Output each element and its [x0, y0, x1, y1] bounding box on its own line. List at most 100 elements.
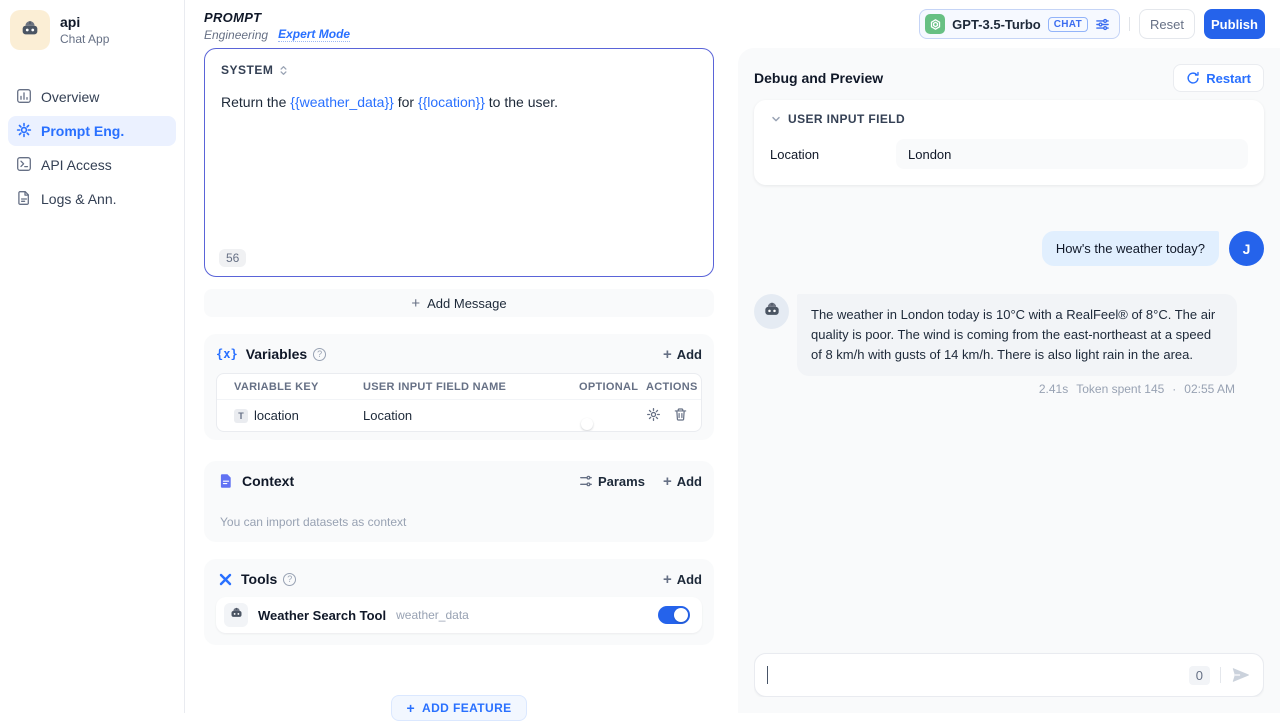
tool-toggle[interactable] [658, 606, 690, 624]
text-caret [767, 666, 768, 684]
location-field[interactable] [896, 139, 1248, 169]
sidebar-item-label: Overview [41, 89, 99, 105]
variable-key: location [254, 408, 299, 423]
openai-logo-icon [925, 14, 945, 34]
system-prompt-editor[interactable]: SYSTEM Return the {{weather_data}} for {… [204, 48, 714, 277]
help-icon[interactable]: ? [283, 573, 296, 586]
context-section: Context Params +Add You can import datas… [204, 461, 714, 542]
add-tool-button[interactable]: +Add [663, 572, 702, 587]
tool-name: Weather Search Tool [258, 608, 386, 623]
plus-icon: + [663, 347, 672, 362]
chat-message-input[interactable] [778, 668, 1179, 683]
meta-separator: · [1172, 382, 1176, 396]
col-actions: ACTIONS [646, 381, 698, 393]
char-count-badge: 56 [219, 249, 246, 267]
variables-section: {x} Variables ? +Add VARIABLE KEY USER I… [204, 334, 714, 440]
plus-icon: + [411, 296, 420, 311]
tool-avatar [224, 603, 248, 627]
sidebar-item-api-access[interactable]: API Access [8, 150, 176, 180]
latency: 2.41s [1039, 382, 1068, 396]
plus-icon: + [663, 572, 672, 587]
field-label: Location [770, 147, 896, 162]
bar-chart-icon [16, 88, 32, 107]
terminal-icon [16, 156, 32, 175]
restart-button[interactable]: Restart [1173, 64, 1264, 92]
gear-icon [16, 122, 32, 141]
robot-icon [762, 299, 782, 324]
robot-icon [19, 17, 41, 44]
col-field-name: USER INPUT FIELD NAME [363, 381, 579, 393]
timestamp: 02:55 AM [1184, 382, 1235, 396]
tools-title: Tools [241, 571, 277, 587]
app-header: api Chat App [0, 0, 184, 60]
variable-row: T location Location [217, 400, 701, 431]
sidebar-item-prompt-eng[interactable]: Prompt Eng. [8, 116, 176, 146]
sliders-icon [1095, 17, 1110, 32]
variables-table: VARIABLE KEY USER INPUT FIELD NAME OPTIO… [216, 373, 702, 432]
add-message-button[interactable]: + Add Message [204, 289, 714, 317]
assistant-avatar [754, 294, 789, 329]
sidebar-item-label: Logs & Ann. [41, 191, 117, 207]
col-optional: OPTIONAL [579, 381, 646, 393]
variables-table-header: VARIABLE KEY USER INPUT FIELD NAME OPTIO… [217, 374, 701, 400]
app-avatar [10, 10, 50, 50]
char-counter: 0 [1189, 666, 1210, 685]
model-type-badge: CHAT [1048, 17, 1088, 32]
prompt-config-column: SYSTEM Return the {{weather_data}} for {… [204, 48, 714, 721]
expert-mode-link[interactable]: Expert Mode [278, 27, 350, 42]
debug-panel: Debug and Preview Restart USER INPUT FIE… [738, 48, 1280, 713]
sidebar-item-label: API Access [41, 157, 112, 173]
robot-icon [229, 605, 244, 625]
header-divider [1129, 17, 1130, 31]
user-message-bubble: How's the weather today? [1042, 231, 1219, 266]
plus-icon: + [663, 474, 672, 489]
model-name: GPT-3.5-Turbo [952, 17, 1041, 32]
chat-area: How's the weather today? J The weather i… [754, 185, 1264, 697]
sidebar-item-logs[interactable]: Logs & Ann. [8, 184, 176, 214]
publish-button[interactable]: Publish [1204, 9, 1265, 39]
page-title: PROMPT Engineering Expert Mode [204, 10, 350, 42]
chevron-down-icon[interactable] [770, 113, 782, 125]
add-feature-button[interactable]: + ADD FEATURE [391, 695, 526, 721]
context-empty-text: You can import datasets as context [216, 515, 702, 529]
user-input-field-label: USER INPUT FIELD [788, 112, 905, 126]
sidebar: api Chat App Overview Prompt Eng. API Ac… [0, 0, 185, 713]
sidebar-item-overview[interactable]: Overview [8, 82, 176, 112]
params-button[interactable]: Params [579, 474, 645, 489]
prompt-variable-token: {{weather_data}} [290, 94, 394, 110]
prompt-text-part: for [394, 94, 418, 110]
help-icon[interactable]: ? [313, 348, 326, 361]
app-type: Chat App [60, 32, 109, 46]
variable-field-name[interactable]: Location [363, 408, 579, 423]
prompt-text-part: to the user. [485, 94, 558, 110]
variables-title: Variables [246, 346, 308, 362]
delete-icon[interactable] [673, 407, 688, 425]
page-title-sub: Engineering [204, 28, 268, 42]
model-selector[interactable]: GPT-3.5-Turbo CHAT [919, 9, 1120, 39]
add-variable-button[interactable]: +Add [663, 347, 702, 362]
user-message: How's the weather today? J [754, 231, 1264, 266]
prompt-text-part: Return the [221, 94, 290, 110]
page-title-main: PROMPT [204, 10, 350, 25]
settings-icon[interactable] [646, 407, 661, 425]
sidebar-nav: Overview Prompt Eng. API Access Logs & A… [0, 82, 184, 214]
document-icon [16, 190, 32, 209]
assistant-message-bubble: The weather in London today is 10°C with… [797, 294, 1237, 376]
app-name: api [60, 14, 109, 30]
chat-input-box[interactable]: 0 [754, 653, 1264, 697]
reset-button[interactable]: Reset [1139, 9, 1195, 39]
string-type-icon: T [234, 409, 248, 423]
restart-icon [1186, 71, 1200, 85]
header-actions: GPT-3.5-Turbo CHAT Reset Publish [919, 9, 1265, 39]
send-icon[interactable] [1231, 665, 1251, 685]
add-context-button[interactable]: +Add [663, 474, 702, 489]
add-message-label: Add Message [427, 296, 507, 311]
assistant-message: The weather in London today is 10°C with… [754, 294, 1264, 396]
token-info: Token spent 145 [1076, 382, 1164, 396]
tool-key: weather_data [396, 608, 469, 622]
tool-row: Weather Search Tool weather_data [216, 597, 702, 633]
role-switch-icon[interactable] [278, 65, 289, 76]
editor-role-label: SYSTEM [221, 63, 273, 77]
prompt-text[interactable]: Return the {{weather_data}} for {{locati… [221, 92, 697, 113]
tools-section: Tools ? +Add Weather Search Tool weather… [204, 559, 714, 645]
